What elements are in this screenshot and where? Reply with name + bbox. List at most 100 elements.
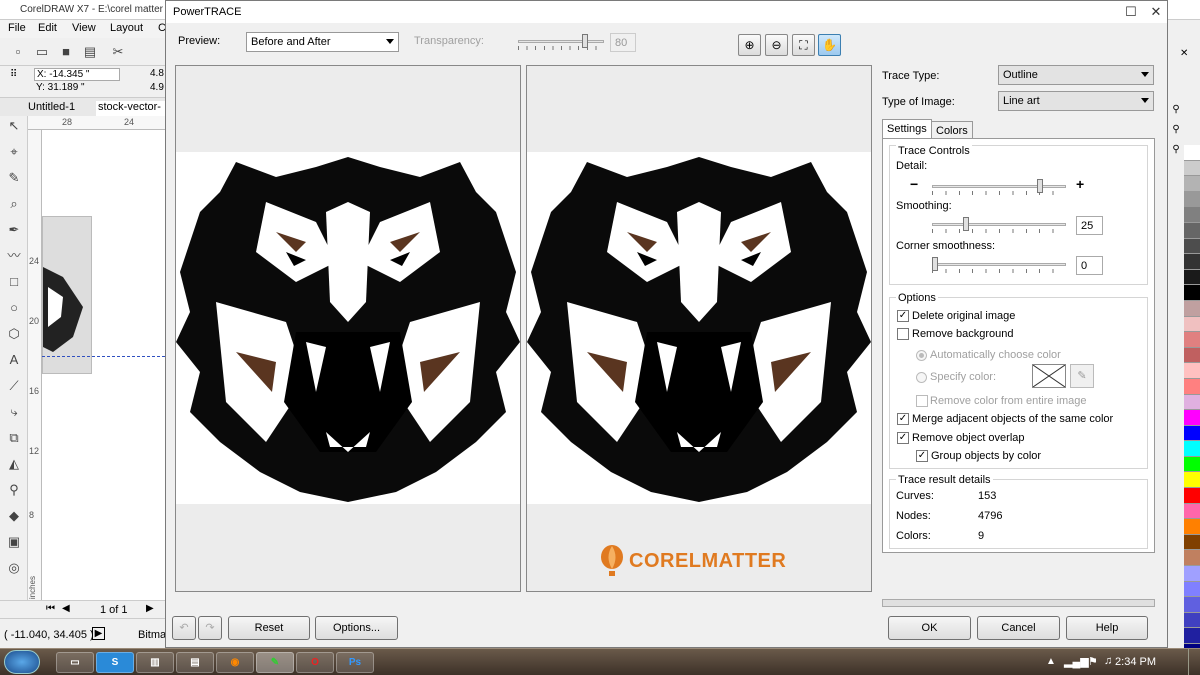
specify-color-radio[interactable] bbox=[916, 372, 927, 383]
palette-swatch[interactable] bbox=[1184, 238, 1200, 255]
new-document-icon[interactable]: ▫ bbox=[10, 44, 26, 60]
start-button[interactable] bbox=[4, 650, 40, 674]
palette-swatch[interactable] bbox=[1184, 160, 1200, 177]
pan-button[interactable]: ✋ bbox=[818, 34, 841, 56]
zoom-out-button[interactable]: ⊖ bbox=[765, 34, 788, 56]
print-icon[interactable]: ▤ bbox=[82, 44, 98, 60]
taskbar-explorer-icon[interactable]: ▭ bbox=[56, 652, 94, 673]
plus-icon[interactable]: + bbox=[1076, 176, 1084, 192]
palette-swatch[interactable] bbox=[1184, 534, 1200, 551]
corner-slider[interactable] bbox=[932, 256, 1066, 274]
fit-to-window-button[interactable]: ⛶ bbox=[792, 34, 815, 56]
play-icon[interactable]: ▶ bbox=[92, 627, 105, 640]
taskbar-coreldraw-icon[interactable]: ✎ bbox=[256, 652, 294, 673]
menu-file[interactable]: File bbox=[8, 22, 26, 34]
preview-select[interactable]: Before and After bbox=[246, 32, 399, 52]
palette-swatch[interactable] bbox=[1184, 410, 1200, 426]
bitmap-thumbnail[interactable] bbox=[42, 216, 92, 374]
tray-chevron-icon[interactable]: ▲ bbox=[1046, 656, 1056, 667]
taskbar-opera-icon[interactable]: O bbox=[296, 652, 334, 673]
artistic-media-icon[interactable]: 〰 bbox=[6, 248, 22, 264]
taskbar-library-icon[interactable]: ▤ bbox=[176, 652, 214, 673]
fill-tool-icon[interactable]: ◆ bbox=[6, 508, 22, 524]
palette-swatch[interactable] bbox=[1184, 347, 1200, 364]
palette-swatch[interactable] bbox=[1184, 145, 1200, 161]
zoom-in-button[interactable]: ⊕ bbox=[738, 34, 761, 56]
palette-swatch[interactable] bbox=[1184, 488, 1200, 504]
palette-swatch[interactable] bbox=[1184, 503, 1200, 520]
transparency-slider-thumb[interactable] bbox=[582, 34, 588, 48]
group-by-color-checkbox[interactable]: ✓ bbox=[916, 450, 928, 462]
network-icon[interactable]: ▂▄▆ bbox=[1064, 655, 1089, 668]
width-field[interactable]: 4.8 bbox=[150, 68, 164, 79]
palette-swatch[interactable] bbox=[1184, 519, 1200, 535]
redo-button[interactable]: ↷ bbox=[198, 616, 222, 640]
x-field[interactable]: X: -14.345 " bbox=[34, 68, 120, 81]
palette-swatch[interactable] bbox=[1184, 456, 1200, 473]
color-swatch-button[interactable] bbox=[1032, 364, 1066, 388]
palette-swatch[interactable] bbox=[1184, 472, 1200, 489]
menu-edit[interactable]: Edit bbox=[38, 22, 57, 34]
shape-tool-icon[interactable]: ⌖ bbox=[6, 144, 22, 160]
volume-icon[interactable]: ♫ bbox=[1104, 655, 1112, 667]
doc-tab-untitled[interactable]: Untitled-1 bbox=[28, 101, 75, 113]
palette-swatch[interactable] bbox=[1184, 332, 1200, 348]
smoothing-slider-thumb[interactable] bbox=[963, 217, 969, 231]
corner-value[interactable]: 0 bbox=[1076, 256, 1103, 275]
connector-tool-icon[interactable]: ⤷ bbox=[6, 404, 22, 420]
eyedropper-tool-icon[interactable]: ⚲ bbox=[6, 482, 22, 498]
transparency-value[interactable]: 80 bbox=[610, 33, 636, 52]
close-icon[interactable]: ✕ bbox=[1146, 3, 1166, 21]
transparency-slider[interactable] bbox=[518, 33, 604, 51]
palette-swatch[interactable] bbox=[1184, 176, 1200, 192]
palette-swatch[interactable] bbox=[1184, 254, 1200, 270]
first-page-icon[interactable]: ⏮ bbox=[46, 603, 55, 614]
show-desktop-button[interactable] bbox=[1188, 649, 1200, 675]
palette-swatch[interactable] bbox=[1184, 581, 1200, 598]
palette-swatch[interactable] bbox=[1184, 191, 1200, 208]
height-field[interactable]: 4.9 bbox=[150, 82, 164, 93]
cut-icon[interactable]: ✂ bbox=[110, 44, 126, 60]
menu-layout[interactable]: Layout bbox=[110, 22, 143, 34]
smoothing-value[interactable]: 25 bbox=[1076, 216, 1103, 235]
y-field[interactable]: Y: 31.189 " bbox=[34, 82, 120, 95]
maximize-icon[interactable]: ☐ bbox=[1121, 3, 1141, 21]
eyedropper-button[interactable]: ✎ bbox=[1070, 364, 1094, 388]
tab-colors[interactable]: Colors bbox=[931, 121, 973, 138]
palette-swatch[interactable] bbox=[1184, 269, 1200, 286]
tab-settings[interactable]: Settings bbox=[882, 119, 932, 139]
palette-swatch[interactable] bbox=[1184, 378, 1200, 395]
rectangle-tool-icon[interactable]: □ bbox=[6, 274, 22, 290]
options-button[interactable]: Options... bbox=[315, 616, 398, 640]
drawing-canvas[interactable] bbox=[42, 130, 165, 600]
pick-tool-icon[interactable]: ↖ bbox=[6, 118, 22, 134]
remove-background-checkbox[interactable] bbox=[897, 328, 909, 340]
after-preview-pane[interactable]: CORELMATTER bbox=[526, 65, 872, 592]
guideline[interactable] bbox=[42, 356, 165, 357]
flag-icon[interactable]: ⚑ bbox=[1088, 655, 1098, 668]
palette-swatch[interactable] bbox=[1184, 628, 1200, 644]
image-type-select[interactable]: Line art bbox=[998, 91, 1154, 111]
palette-swatch[interactable] bbox=[1184, 550, 1200, 567]
taskbar-photoshop-icon[interactable]: Ps bbox=[336, 652, 374, 673]
reset-button[interactable]: Reset bbox=[228, 616, 310, 640]
freehand-tool-icon[interactable]: ✒ bbox=[6, 222, 22, 238]
help-button[interactable]: Help bbox=[1066, 616, 1148, 640]
auto-color-radio[interactable] bbox=[916, 350, 927, 361]
parallel-dimension-icon[interactable]: ⟋ bbox=[6, 378, 22, 394]
close-docker-icon[interactable]: ✕ bbox=[1180, 48, 1188, 59]
palette-swatch[interactable] bbox=[1184, 316, 1200, 333]
smart-fill-icon[interactable]: ▣ bbox=[6, 534, 22, 550]
taskbar-files-icon[interactable]: ▥ bbox=[136, 652, 174, 673]
next-page-icon[interactable]: ▶ bbox=[146, 603, 154, 614]
ellipse-tool-icon[interactable]: ○ bbox=[6, 300, 22, 316]
crop-tool-icon[interactable]: ✎ bbox=[6, 170, 22, 186]
minus-icon[interactable]: − bbox=[910, 176, 918, 192]
clock[interactable]: 2:34 PM bbox=[1115, 656, 1156, 668]
merge-adjacent-checkbox[interactable]: ✓ bbox=[897, 413, 909, 425]
prev-page-icon[interactable]: ◀ bbox=[62, 603, 70, 614]
save-icon[interactable]: ■ bbox=[58, 44, 74, 60]
blend-tool-icon[interactable]: ⧉ bbox=[6, 430, 22, 446]
palette-swatch[interactable] bbox=[1184, 207, 1200, 223]
detail-slider[interactable] bbox=[932, 178, 1066, 196]
